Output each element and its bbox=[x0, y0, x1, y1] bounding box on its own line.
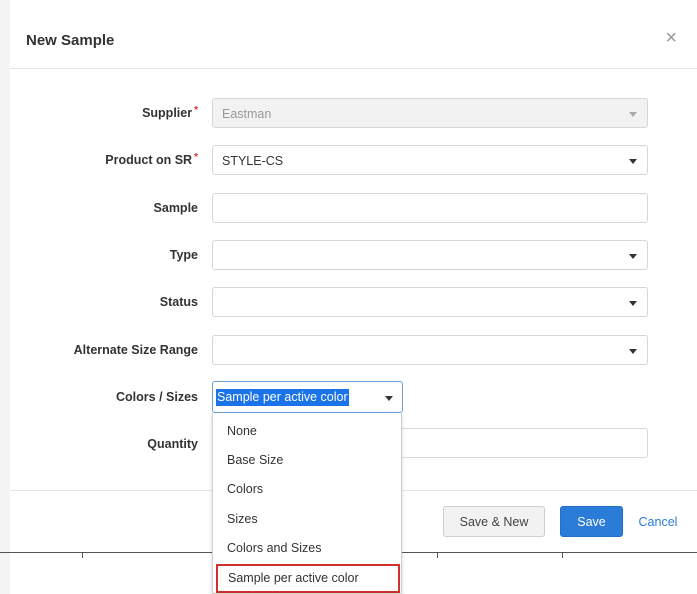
dialog-header: New Sample × bbox=[10, 12, 697, 69]
product-label: Product on SR * bbox=[105, 152, 198, 167]
alt-size-range-select[interactable] bbox=[212, 335, 648, 365]
status-label: Status bbox=[159, 295, 198, 309]
colors-sizes-value: Sample per active color bbox=[216, 389, 349, 406]
alt-size-range-label: Alternate Size Range bbox=[73, 343, 198, 357]
quantity-label: Quantity bbox=[147, 437, 198, 451]
supplier-value: Eastman bbox=[222, 107, 272, 121]
sample-label: Sample bbox=[153, 201, 198, 215]
background-tick bbox=[437, 552, 438, 558]
colors-sizes-select[interactable]: Sample per active color bbox=[212, 381, 403, 413]
chevron-down-icon bbox=[629, 254, 637, 259]
chevron-down-icon bbox=[385, 396, 393, 401]
chevron-down-icon bbox=[629, 301, 637, 306]
dropdown-option-none[interactable]: None bbox=[213, 417, 401, 446]
type-label: Type bbox=[169, 248, 198, 262]
required-marker: * bbox=[194, 105, 198, 116]
save-button[interactable]: Save bbox=[560, 506, 623, 537]
required-marker: * bbox=[194, 152, 198, 163]
dropdown-option-colors-and-sizes[interactable]: Colors and Sizes bbox=[213, 534, 401, 563]
colors-sizes-dropdown: None Base Size Colors Sizes Colors and S… bbox=[212, 413, 402, 594]
type-select[interactable] bbox=[212, 240, 648, 270]
chevron-down-icon bbox=[629, 349, 637, 354]
cancel-link[interactable]: Cancel bbox=[630, 506, 686, 537]
background-tick bbox=[562, 552, 563, 558]
colors-sizes-label: Colors / Sizes bbox=[116, 390, 198, 404]
save-and-new-button[interactable]: Save & New bbox=[443, 506, 545, 537]
chevron-down-icon bbox=[629, 112, 637, 117]
status-select[interactable] bbox=[212, 287, 648, 317]
supplier-label: Supplier * bbox=[142, 105, 198, 120]
supplier-select[interactable]: Eastman bbox=[212, 98, 648, 128]
sample-input[interactable] bbox=[212, 193, 648, 223]
dropdown-option-sizes[interactable]: Sizes bbox=[213, 505, 401, 534]
background-tick bbox=[82, 552, 83, 558]
dialog-title: New Sample bbox=[26, 32, 115, 49]
product-select[interactable]: STYLE-CS bbox=[212, 145, 648, 175]
product-value: STYLE-CS bbox=[222, 154, 284, 168]
close-icon[interactable]: × bbox=[665, 28, 677, 48]
dropdown-option-sample-per-active-color[interactable]: Sample per active color bbox=[216, 564, 400, 593]
dropdown-option-colors[interactable]: Colors bbox=[213, 475, 401, 504]
chevron-down-icon bbox=[629, 159, 637, 164]
dropdown-option-base-size[interactable]: Base Size bbox=[213, 446, 401, 475]
